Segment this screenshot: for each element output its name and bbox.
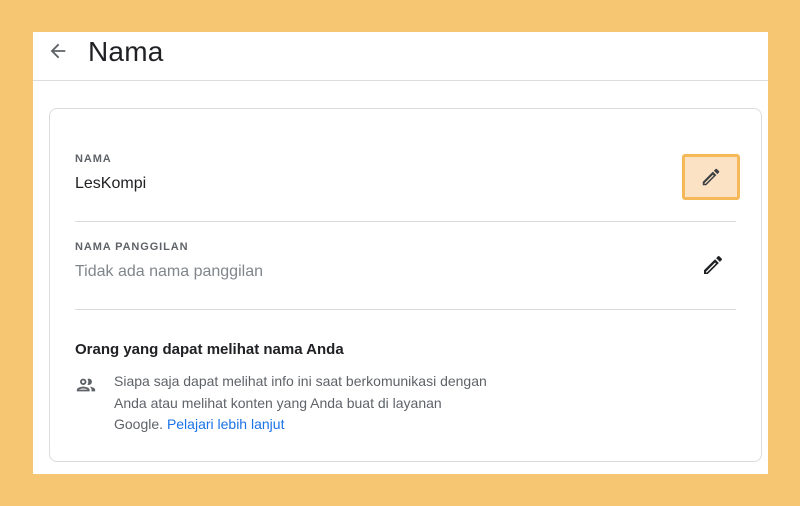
pencil-icon — [704, 255, 723, 274]
back-button[interactable] — [45, 38, 71, 64]
name-value: LesKompi — [75, 175, 147, 192]
people-icon — [75, 374, 97, 396]
visibility-title: Orang yang dapat melihat nama Anda — [75, 341, 344, 358]
pencil-icon — [702, 168, 720, 186]
nickname-value: Tidak ada nama panggilan — [75, 263, 263, 280]
arrow-back-icon — [50, 43, 66, 59]
edit-nickname-button[interactable] — [687, 245, 739, 285]
name-card: NAMA LesKompi NAMA PANGGILAN Tidak ada n… — [49, 108, 762, 462]
header-bar: Nama — [33, 32, 768, 81]
learn-more-link[interactable]: Pelajari lebih lanjut — [167, 416, 285, 432]
visibility-description: Siapa saja dapat melihat info ini saat b… — [114, 371, 494, 436]
edit-name-button[interactable] — [682, 154, 740, 200]
name-settings-screen: Nama NAMA LesKompi NAMA PANGGILAN Tidak … — [33, 32, 768, 474]
name-row[interactable]: NAMA LesKompi — [75, 153, 740, 222]
nickname-row[interactable]: NAMA PANGGILAN Tidak ada nama panggilan — [75, 241, 736, 310]
nickname-label: NAMA PANGGILAN — [75, 241, 189, 253]
name-label: NAMA — [75, 153, 112, 165]
page-title: Nama — [88, 36, 164, 67]
